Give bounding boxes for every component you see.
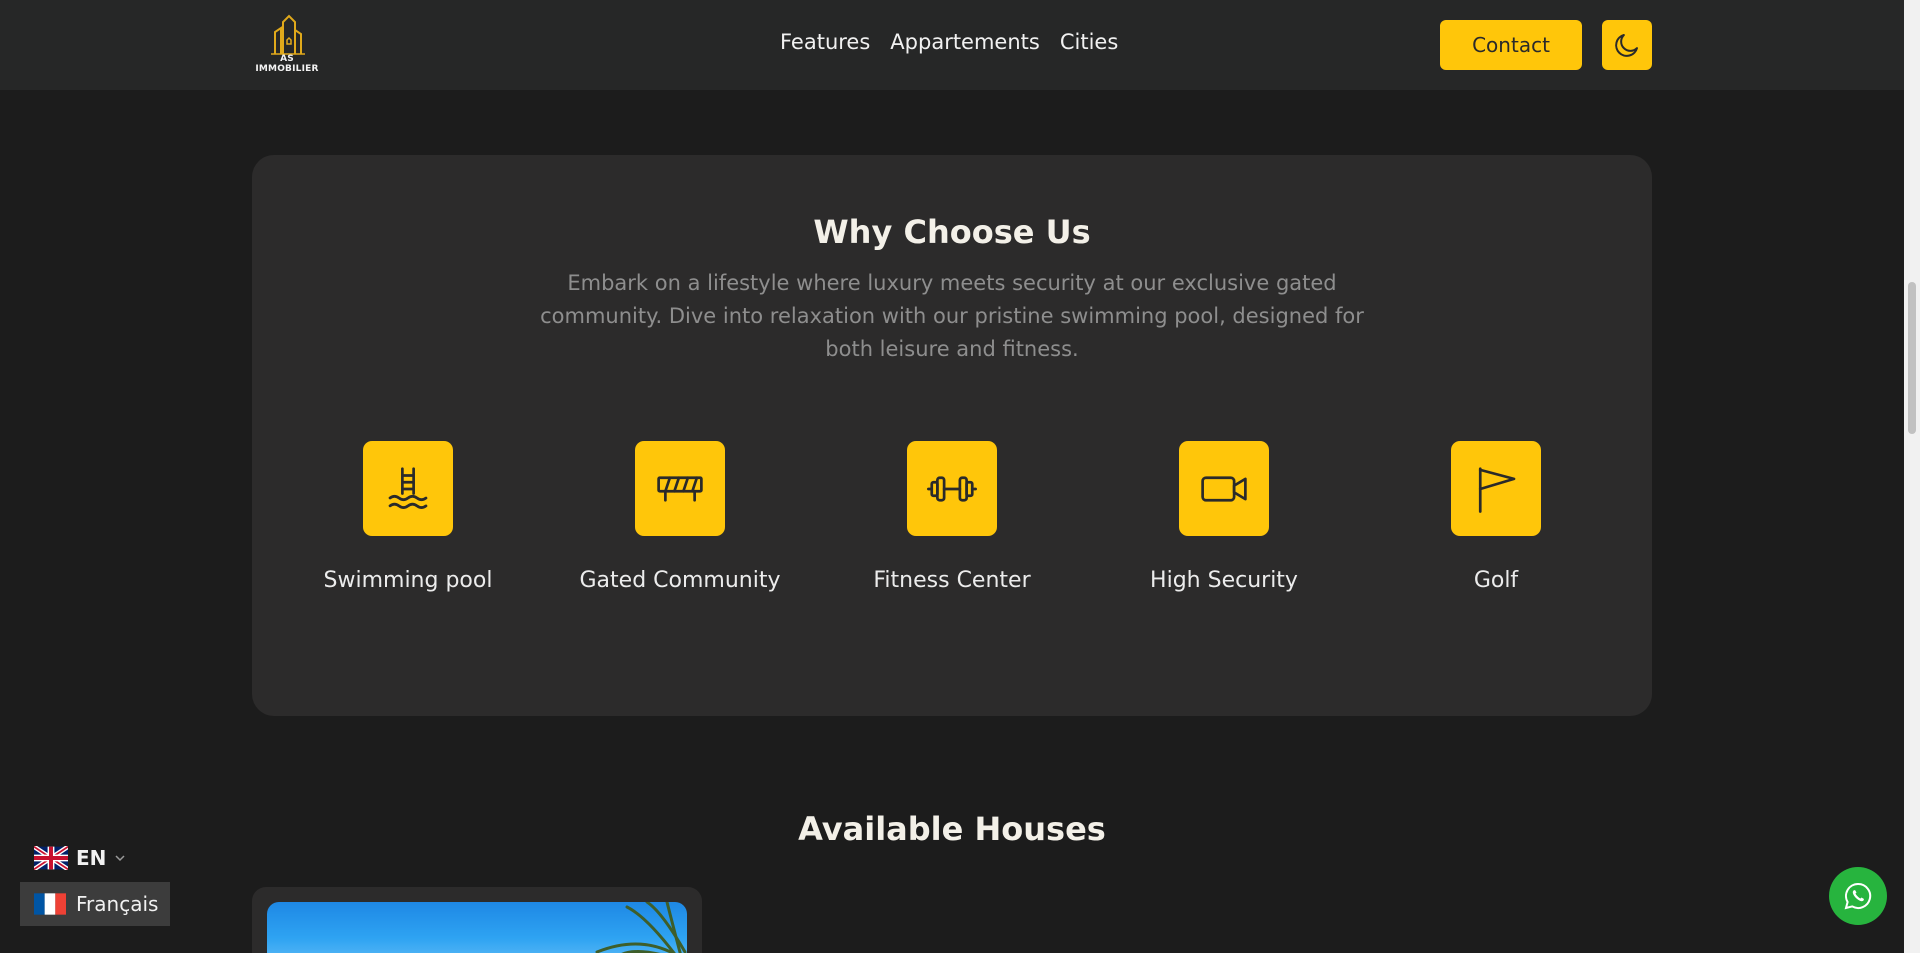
nav-appartements[interactable]: Appartements: [890, 30, 1040, 54]
language-selector[interactable]: EN: [34, 846, 126, 870]
feature-icon-box: [1179, 441, 1269, 536]
logo-text: AS IMMOBILIER: [255, 54, 319, 74]
feature-label: Swimming pool: [323, 568, 493, 593]
feature-fitness-center: Fitness Center: [816, 441, 1088, 593]
feature-icon-box: [363, 441, 453, 536]
current-language: EN: [76, 846, 107, 870]
feature-icon-box: [635, 441, 725, 536]
swimming-pool-icon: [388, 466, 428, 509]
feature-golf: Golf: [1360, 441, 1632, 593]
uk-flag-icon: [34, 846, 68, 870]
page-scrollbar[interactable]: [1904, 0, 1920, 953]
feature-label: Golf: [1473, 568, 1519, 593]
nav-cities[interactable]: Cities: [1060, 30, 1118, 54]
scrollbar-thumb[interactable]: [1908, 282, 1916, 434]
video-camera-icon: [1201, 475, 1247, 502]
house-card[interactable]: [252, 887, 702, 953]
available-houses-title: Available Houses: [798, 810, 1106, 848]
whatsapp-button[interactable]: [1829, 867, 1887, 925]
nav-features[interactable]: Features: [780, 30, 870, 54]
feature-swimming-pool: Swimming pool: [272, 441, 544, 593]
palm-tree-image: [595, 902, 687, 953]
chevron-down-icon: [115, 855, 125, 862]
barrier-icon: [657, 475, 703, 502]
dumbbell-icon: [927, 475, 977, 502]
feature-high-security: High Security: [1088, 441, 1360, 593]
flag-icon: [1478, 466, 1516, 513]
why-choose-us-section: Why Choose Us Embark on a lifestyle wher…: [252, 155, 1652, 716]
feature-gated-community: Gated Community: [544, 441, 816, 593]
feature-icon-box: [1451, 441, 1541, 536]
moon-icon: [1615, 34, 1638, 57]
theme-toggle-button[interactable]: [1602, 20, 1652, 70]
whatsapp-icon: [1844, 882, 1872, 910]
house-image[interactable]: [267, 902, 687, 953]
section-title: Why Choose Us: [813, 213, 1091, 251]
france-flag-icon: [34, 893, 66, 915]
feature-label: High Security: [1150, 568, 1298, 593]
language-option-label: Français: [76, 892, 159, 916]
feature-icon-box: [907, 441, 997, 536]
building-logo-icon: [271, 14, 305, 55]
contact-button[interactable]: Contact: [1440, 20, 1582, 70]
top-navbar: AS IMMOBILIER Features Appartements Citi…: [0, 0, 1904, 90]
features-list: Swimming pool Gated Community Fitness Ce…: [252, 441, 1652, 611]
feature-label: Fitness Center: [873, 568, 1031, 593]
logo[interactable]: AS IMMOBILIER: [252, 12, 322, 74]
section-description: Embark on a lifestyle where luxury meets…: [540, 271, 1364, 361]
language-option-french[interactable]: Français: [20, 882, 170, 926]
feature-label: Gated Community: [579, 568, 781, 593]
main-nav: Features Appartements Cities: [780, 30, 1118, 54]
